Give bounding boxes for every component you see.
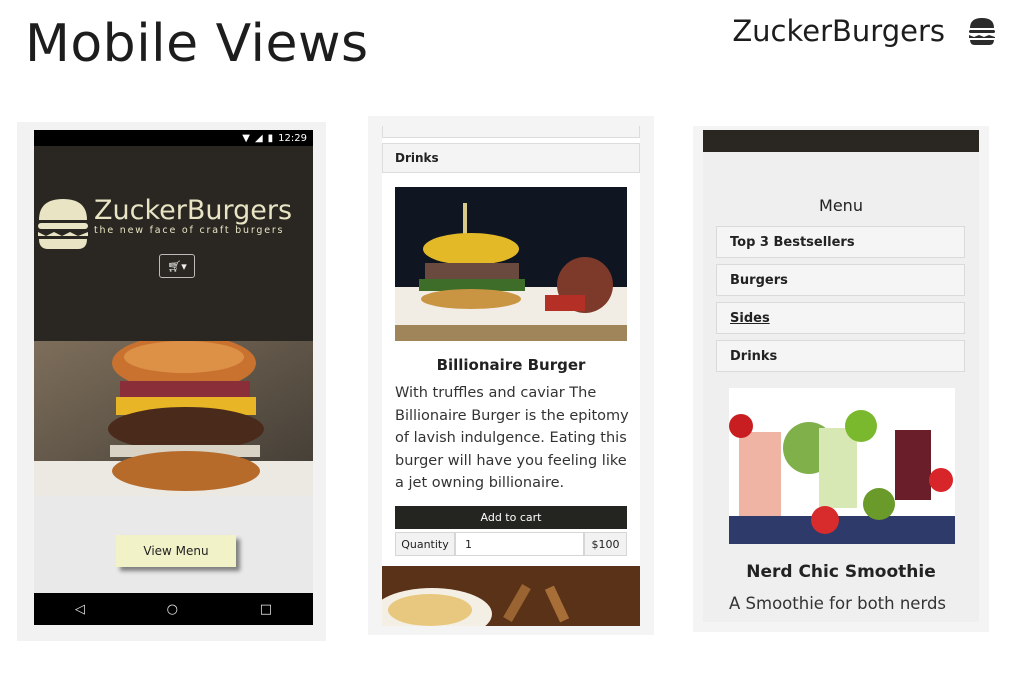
menu-heading: Menu — [819, 196, 863, 215]
menu-item-label: Sides — [730, 310, 770, 326]
android-nav-bar: ◁ ○ □ — [34, 593, 313, 625]
cart-icon: 🛒︎▾ — [167, 259, 187, 273]
home-icon[interactable]: ○ — [167, 602, 178, 617]
brand: ZuckerBurgers — [732, 14, 997, 48]
menu-item-partial[interactable] — [382, 126, 640, 138]
hero-header: ZuckerBurgers the new face of craft burg… — [34, 146, 313, 341]
billionaire-burger-image — [395, 187, 627, 341]
smoothie-image — [729, 388, 955, 544]
logo-title: ZuckerBurgers — [94, 195, 293, 226]
menu-item-label: Drinks — [730, 348, 778, 364]
phone-screen: ▼ ◢ ▮ 12:29 ZuckerBurgers the new face o… — [34, 130, 313, 625]
back-icon[interactable]: ◁ — [75, 602, 85, 617]
quantity-input[interactable]: 1 — [455, 532, 584, 556]
mobile-view-home: ▼ ◢ ▮ 12:29 ZuckerBurgers the new face o… — [17, 122, 326, 641]
item-title: Nerd Chic Smoothie — [746, 562, 936, 582]
top-bar — [703, 130, 979, 152]
burger-icon — [969, 18, 995, 45]
menu-item-label: Top 3 Bestsellers — [730, 234, 855, 250]
menu-item-drinks[interactable]: Drinks — [716, 340, 965, 372]
signal-icon: ◢ — [254, 132, 263, 144]
page-title: Mobile Views — [25, 14, 369, 74]
menu-item-label: Drinks — [395, 151, 439, 165]
menu-item-drinks[interactable]: Drinks — [382, 143, 640, 173]
recent-apps-icon[interactable]: □ — [260, 602, 272, 617]
burger-logo-icon — [38, 199, 88, 249]
next-product-image — [382, 566, 640, 626]
wifi-icon: ▼ — [242, 132, 250, 144]
product-title: Billionaire Burger — [436, 356, 586, 374]
add-to-cart-button[interactable]: Add to cart — [395, 506, 627, 529]
mobile-view-menu: Menu Top 3 Bestsellers Burgers Sides Dri… — [693, 126, 989, 632]
burger-photo — [34, 335, 313, 496]
item-description: A Smoothie for both nerds — [729, 594, 947, 613]
battery-icon: ▮ — [267, 132, 274, 144]
logo: ZuckerBurgers the new face of craft burg… — [36, 196, 292, 250]
view-menu-button[interactable]: View Menu — [116, 535, 236, 567]
menu-screen: Menu Top 3 Bestsellers Burgers Sides Dri… — [703, 130, 979, 622]
status-bar: ▼ ◢ ▮ 12:29 — [34, 130, 313, 146]
logo-tagline: the new face of craft burgers — [94, 225, 285, 236]
menu-item-top3[interactable]: Top 3 Bestsellers — [716, 226, 965, 258]
menu-item-label: Burgers — [730, 272, 788, 288]
quantity-row: Quantity 1 $100 — [395, 532, 627, 556]
menu-item-sides[interactable]: Sides — [716, 302, 965, 334]
product-description: With truffles and caviar The Billionaire… — [395, 385, 629, 491]
product-screen: Drinks Billionaire Burger With truffles … — [382, 126, 640, 626]
price-label: $100 — [584, 532, 627, 556]
brand-name: ZuckerBurgers — [732, 14, 945, 48]
status-time: 12:29 — [278, 132, 307, 144]
menu-item-burgers[interactable]: Burgers — [716, 264, 965, 296]
quantity-label: Quantity — [395, 532, 455, 556]
mobile-view-product: Drinks Billionaire Burger With truffles … — [368, 116, 654, 635]
cart-dropdown-button[interactable]: 🛒︎▾ — [159, 254, 195, 278]
